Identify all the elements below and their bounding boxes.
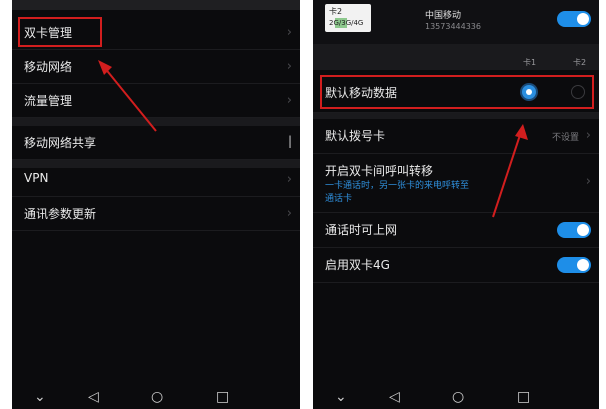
vpn-item[interactable]: VPN ›	[12, 163, 300, 197]
highlight-box	[320, 75, 594, 109]
navigation-bar: ⌄ ◁ ○ □	[12, 387, 300, 409]
divider-bar-icon: |	[287, 134, 292, 148]
sim-network-type: 2G/3G/4G	[329, 19, 364, 27]
chevron-right-icon: ›	[585, 174, 591, 189]
chevron-right-icon: ›	[286, 206, 292, 221]
navigation-bar: ⌄ ◁ ○ □	[313, 387, 599, 409]
column-header-bar: 卡1 卡2	[313, 44, 599, 70]
chevron-right-icon: ›	[286, 25, 292, 40]
default-dial-card-label: 默认拨号卡	[325, 129, 386, 143]
mobile-network-label: 移动网络	[24, 60, 73, 74]
chevron-right-icon: ›	[286, 59, 292, 74]
home-circle-icon[interactable]: ○	[151, 389, 163, 405]
call-forward-item[interactable]: 开启双卡间呼叫转移 一卡通话时，另一张卡的来电呼转至 通话卡 ›	[313, 154, 599, 213]
vpn-label: VPN	[24, 171, 49, 185]
data-during-call-toggle[interactable]	[557, 222, 591, 238]
home-circle-icon[interactable]: ○	[452, 389, 464, 405]
recents-square-icon[interactable]: □	[216, 389, 229, 405]
chevron-down-icon[interactable]: ⌄	[335, 389, 347, 405]
recents-square-icon[interactable]: □	[517, 389, 530, 405]
status-bar-strip	[12, 0, 300, 10]
call-forward-label: 开启双卡间呼叫转移	[325, 164, 434, 178]
chevron-right-icon: ›	[286, 93, 292, 108]
dual-4g-toggle[interactable]	[557, 257, 591, 273]
red-arrow-annotation	[492, 124, 528, 218]
data-usage-label: 流量管理	[24, 94, 73, 108]
sim-card-header: 卡2 2G/3G/4G 中国移动 13573444336	[313, 0, 599, 44]
red-arrow-annotation	[98, 60, 157, 132]
phone-number: 13573444336	[425, 22, 481, 31]
dual-4g-item: 启用双卡4G	[313, 248, 599, 283]
back-triangle-icon[interactable]: ◁	[389, 389, 400, 405]
left-phone-screen: 双卡管理 › 移动网络 › 流量管理 › 移动网络共享 | VPN › 通讯参数…	[12, 0, 300, 409]
tethering-label: 移动网络共享	[24, 136, 97, 150]
carrier-params-update-label: 通讯参数更新	[24, 207, 97, 221]
col-label-card2: 卡2	[573, 58, 587, 67]
default-dial-card-item[interactable]: 默认拨号卡 不设置 ›	[313, 119, 599, 154]
right-phone-screen: 卡2 2G/3G/4G 中国移动 13573444336 卡1 卡2 默认移动数…	[313, 0, 599, 409]
default-dial-value: 不设置	[551, 133, 579, 143]
chevron-right-icon: ›	[286, 172, 292, 187]
carrier-name: 中国移动	[425, 11, 462, 21]
data-during-call-item: 通话时可上网	[313, 213, 599, 248]
data-during-call-label: 通话时可上网	[325, 223, 398, 237]
sim-enable-toggle[interactable]	[557, 11, 591, 27]
chevron-right-icon: ›	[585, 128, 591, 143]
sim-card-label: 卡2	[329, 7, 343, 16]
highlight-box	[18, 17, 102, 47]
back-triangle-icon[interactable]: ◁	[88, 389, 99, 405]
col-label-card1: 卡1	[523, 58, 537, 67]
chevron-down-icon[interactable]: ⌄	[34, 389, 46, 405]
dual-4g-label: 启用双卡4G	[325, 258, 390, 272]
sim-card-icon: 卡2 2G/3G/4G	[325, 4, 371, 32]
carrier-params-update-item[interactable]: 通讯参数更新 ›	[12, 197, 300, 231]
